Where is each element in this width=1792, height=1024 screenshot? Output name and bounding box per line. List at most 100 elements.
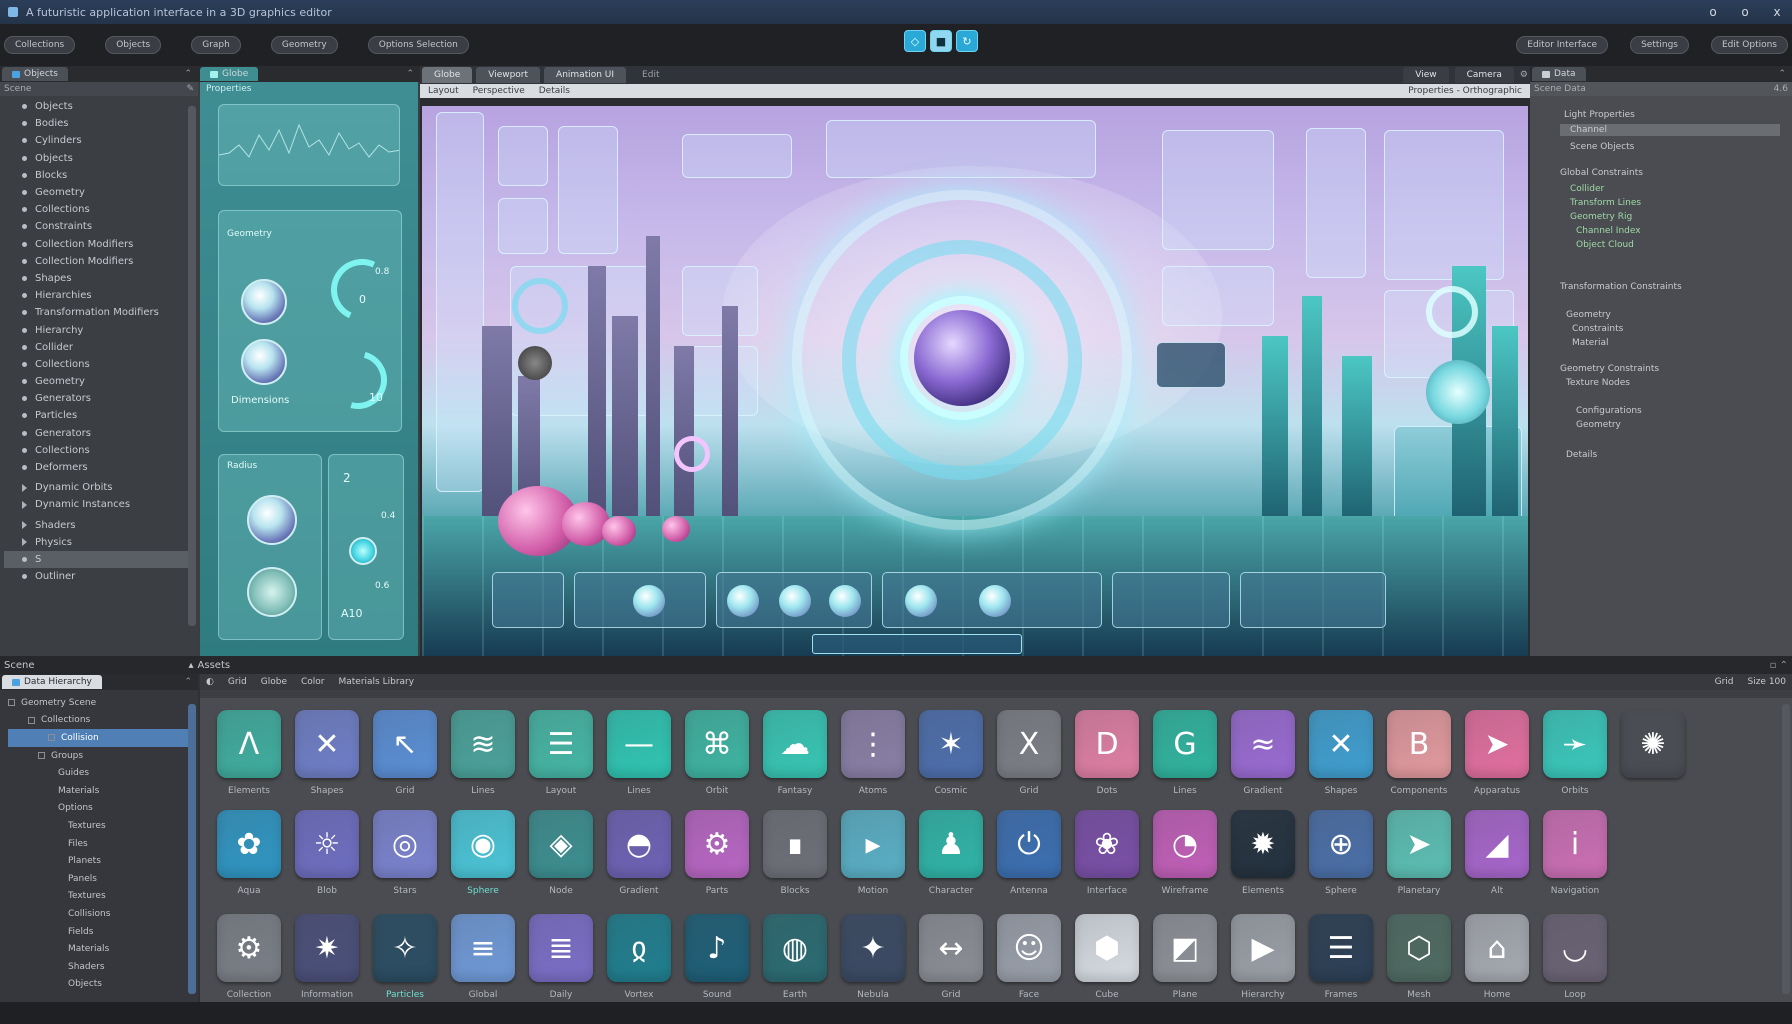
pin-icon[interactable]: ⌃	[184, 677, 196, 687]
list-item[interactable]: Collection Modifiers	[4, 253, 194, 270]
asset-tile[interactable]: ✶ Cosmic	[912, 710, 990, 798]
asset-tile[interactable]: ✦ Nebula	[834, 914, 912, 1002]
expand-checkbox[interactable]	[8, 699, 15, 707]
tab-globe[interactable]: Globe	[422, 67, 473, 83]
asset-tile[interactable]: ☰ Frames	[1302, 914, 1380, 1002]
list-item[interactable]: Collections	[4, 201, 194, 218]
asset-tile[interactable]: ☼ Blob	[288, 810, 366, 898]
properties-tab[interactable]: Globe	[200, 67, 259, 81]
inspector-line[interactable]: Transformation Constraints	[1560, 282, 1682, 292]
expand-arrow-icon[interactable]	[22, 538, 27, 547]
asset-icon[interactable]: ✦	[841, 914, 905, 982]
minimize-button[interactable]: o	[1706, 5, 1720, 19]
list-item[interactable]: Generators	[4, 390, 194, 407]
slider-handle[interactable]	[349, 537, 377, 565]
asset-icon[interactable]: ◔	[1153, 810, 1217, 878]
list-item[interactable]: Hierarchy	[4, 321, 194, 338]
asset-icon[interactable]: ◓	[607, 810, 671, 878]
asset-icon[interactable]: —	[607, 710, 671, 778]
tree-row[interactable]: Materials	[8, 940, 196, 958]
asset-icon[interactable]: ⬡	[1387, 914, 1451, 982]
asset-tile[interactable]: ⬢ Cube	[1068, 914, 1146, 1002]
asset-icon[interactable]: ☺	[997, 914, 1061, 982]
tab-animation[interactable]: Animation UI	[544, 67, 627, 83]
asset-icon[interactable]: ⌂	[1465, 914, 1529, 982]
asset-icon[interactable]: ≣	[529, 914, 593, 982]
asset-tile[interactable]: ▸ Motion	[834, 810, 912, 898]
asset-tile[interactable]: ✧ Particles	[366, 914, 444, 1002]
toolbar-graph-button[interactable]: Graph	[191, 36, 241, 54]
asset-icon[interactable]: D	[1075, 710, 1139, 778]
asset-icon[interactable]: ⌘	[685, 710, 749, 778]
list-item[interactable]: Bodies	[4, 115, 194, 132]
asset-tile[interactable]: ↔ Grid	[912, 914, 990, 1002]
inspector-line[interactable]: Scene Objects	[1570, 142, 1634, 152]
list-item[interactable]: Generators	[4, 425, 194, 442]
asset-tile[interactable]: ⋮ Atoms	[834, 710, 912, 798]
pin-icon[interactable]: ⌃	[406, 69, 418, 79]
dial-knob[interactable]	[247, 495, 297, 545]
asset-icon[interactable]: ➤	[1465, 710, 1529, 778]
asset-icon[interactable]: ✕	[1309, 710, 1373, 778]
viewport-menu-perspective[interactable]: Perspective	[473, 86, 525, 96]
tree-row[interactable]: Objects	[8, 976, 196, 994]
asset-icon[interactable]: ⚙	[685, 810, 749, 878]
toolbar-geometry-button[interactable]: Geometry	[270, 36, 338, 54]
asset-icon[interactable]: ♟	[919, 810, 983, 878]
expand-checkbox[interactable]	[28, 716, 35, 724]
inspector-line[interactable]: Material	[1572, 338, 1609, 348]
dial-knob[interactable]	[247, 567, 297, 617]
asset-icon[interactable]: ⚙	[217, 914, 281, 982]
asset-icon[interactable]: ✿	[217, 810, 281, 878]
list-item[interactable]: Shapes	[4, 270, 194, 287]
asset-icon[interactable]: ჲ	[607, 914, 671, 982]
select-tool-icon[interactable]: ◇	[904, 30, 926, 52]
asset-tile[interactable]: ❀ Interface	[1068, 810, 1146, 898]
tree-row[interactable]: Groups	[8, 747, 196, 765]
tab-viewport[interactable]: Viewport	[476, 67, 541, 83]
planet-sphere[interactable]	[914, 310, 1010, 406]
asset-tile[interactable]: ◎ Stars	[366, 810, 444, 898]
tab-camera[interactable]: Camera	[1454, 67, 1514, 83]
asset-icon[interactable]: ✶	[919, 710, 983, 778]
asset-icon[interactable]: ◍	[763, 914, 827, 982]
asset-icon[interactable]: X	[997, 710, 1061, 778]
tree-row[interactable]: Geometry Scene	[8, 694, 196, 712]
asset-tile[interactable]: ✕ Shapes	[1302, 710, 1380, 798]
expand-arrow-icon[interactable]	[22, 500, 27, 509]
inspector-line[interactable]: Configurations	[1576, 406, 1642, 416]
outliner-group[interactable]: Shaders	[4, 517, 194, 534]
asset-tile[interactable]: ⚙ Parts	[678, 810, 756, 898]
3d-scene-canvas[interactable]	[422, 106, 1528, 656]
asset-tile[interactable]: ♪ Sound	[678, 914, 756, 1002]
asset-tile[interactable]: i Navigation	[1536, 810, 1614, 898]
inspector-line[interactable]: Object Cloud	[1576, 240, 1634, 250]
asset-tile[interactable]: ↖ Grid	[366, 710, 444, 798]
asset-icon[interactable]: ◈	[529, 810, 593, 878]
asset-icon[interactable]: ✺	[1621, 710, 1685, 778]
tree-row[interactable]: Collision	[8, 729, 196, 747]
maximize-button[interactable]: o	[1738, 5, 1752, 19]
asset-tile[interactable]: ☰ Layout	[522, 710, 600, 798]
asset-icon[interactable]: ✷	[295, 914, 359, 982]
panel-menu-icon[interactable]: ▫ ⌃	[1770, 660, 1788, 671]
viewport-options-icon[interactable]: ⚙	[1520, 70, 1528, 80]
asset-tile[interactable]: ◍ Earth	[756, 914, 834, 1002]
toolbar-editor-interface-button[interactable]: Editor Interface	[1516, 36, 1609, 54]
inspector-line[interactable]: Geometry	[1566, 310, 1611, 320]
asset-tile[interactable]: ≡ Global	[444, 914, 522, 1002]
asset-tile[interactable]: ✷ Information	[288, 914, 366, 1002]
asset-tile[interactable]: G Lines	[1146, 710, 1224, 798]
asset-tile[interactable]: ✕ Shapes	[288, 710, 366, 798]
inspector-line[interactable]: Geometry	[1576, 420, 1621, 430]
asset-icon[interactable]: ≈	[1231, 710, 1295, 778]
asset-icon[interactable]: ☼	[295, 810, 359, 878]
asset-tile[interactable]: ➛ Orbits	[1536, 710, 1614, 798]
asset-tile[interactable]: ⏻ Antenna	[990, 810, 1068, 898]
inspector-line[interactable]: Channel Index	[1576, 226, 1641, 236]
expand-checkbox[interactable]	[48, 734, 55, 742]
assets-scrollbar[interactable]	[1782, 704, 1790, 994]
asset-icon[interactable]: ➛	[1543, 710, 1607, 778]
toolbar-objects-button[interactable]: Objects	[105, 36, 162, 54]
tree-row[interactable]: Panels	[8, 870, 196, 888]
